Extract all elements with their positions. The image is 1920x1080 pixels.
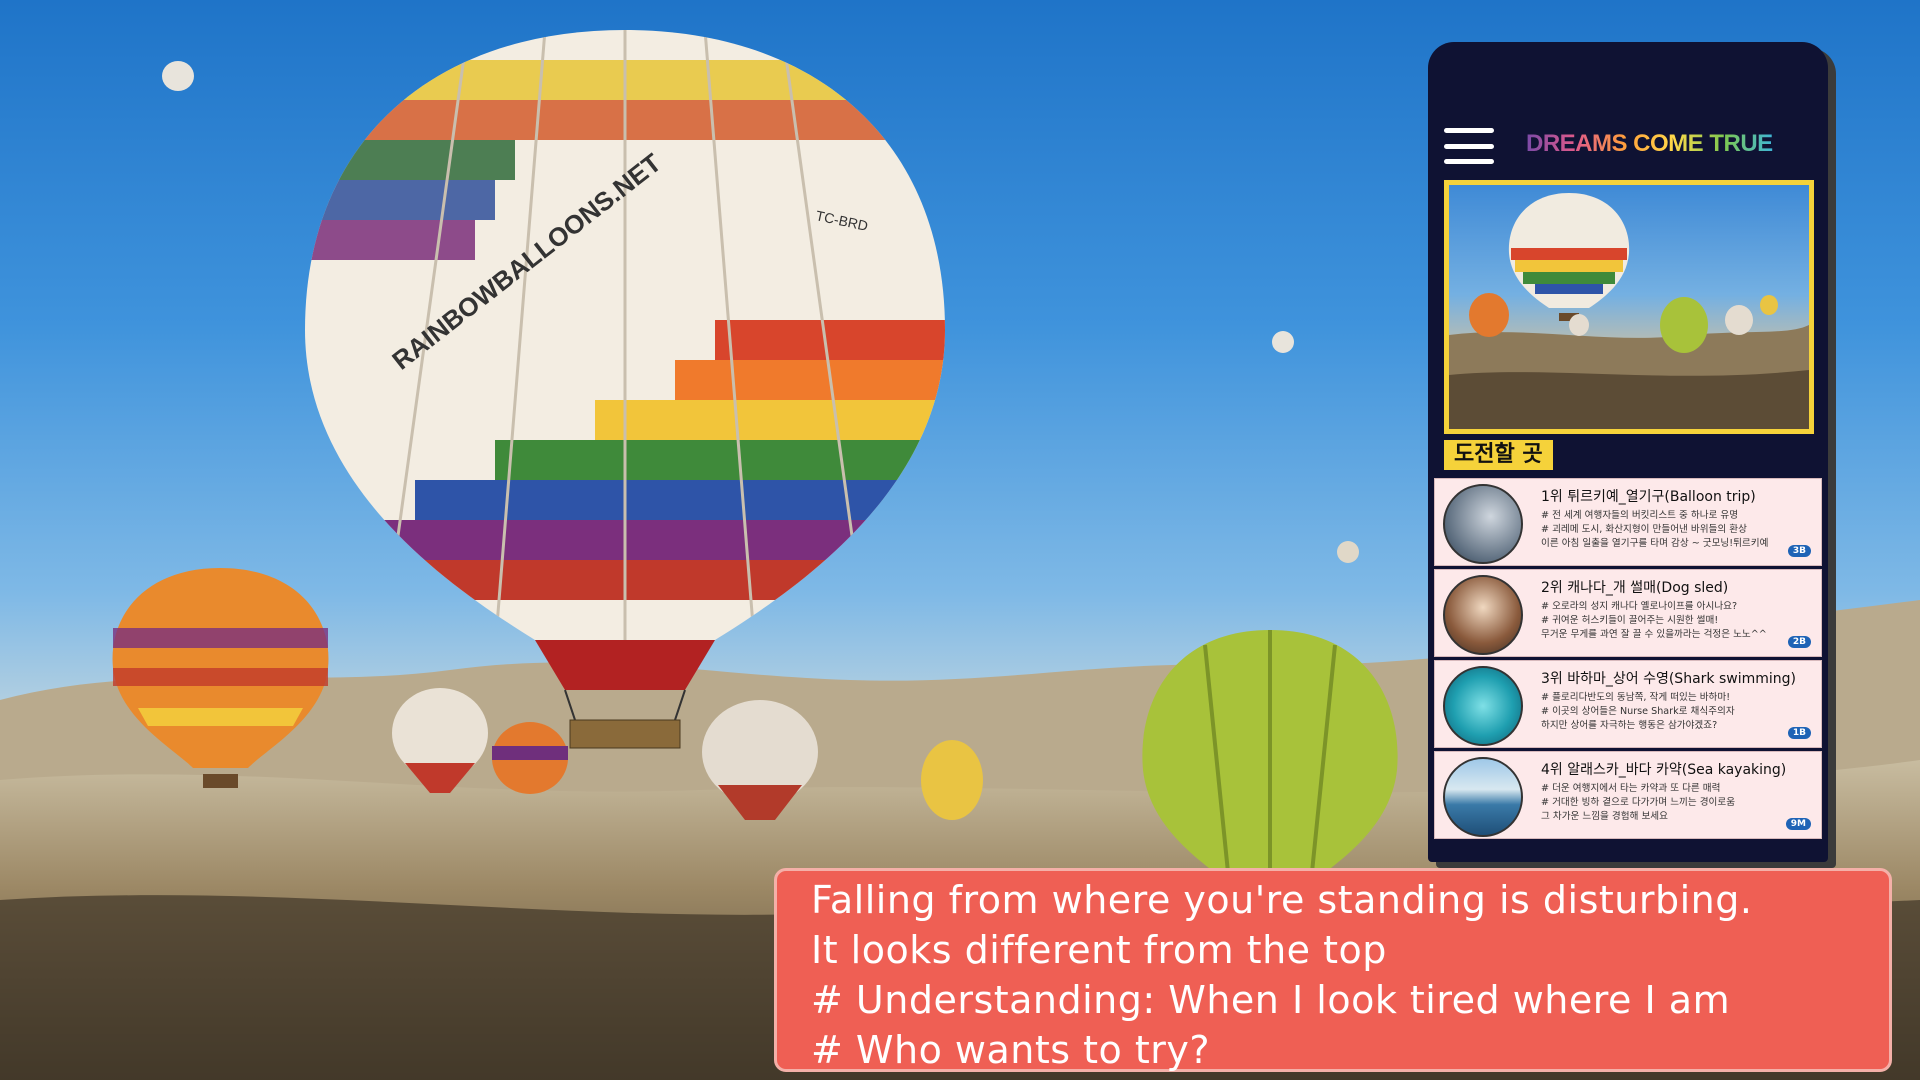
rank-badge: 2B bbox=[1787, 636, 1811, 648]
section-title: 도전할 곳 bbox=[1444, 440, 1553, 470]
balloon-yellow bbox=[921, 740, 983, 820]
thumbnail-kayak bbox=[1443, 757, 1523, 837]
balloon-white-red bbox=[392, 688, 488, 793]
rank-badge: 1B bbox=[1787, 727, 1811, 739]
balloon-purple-orange bbox=[492, 722, 568, 794]
caption-line-3: # Understanding: When I look tired where… bbox=[811, 978, 1731, 1022]
thumbnail-balloon bbox=[1443, 484, 1523, 564]
balloon-white-oval bbox=[702, 700, 818, 820]
balloon-green bbox=[1142, 630, 1398, 893]
challenge-list: 1위 튀르키예_열기구(Balloon trip) # 전 세계 여행자들의 버… bbox=[1434, 478, 1822, 842]
brand-logo-text: DREAMS COME TRUE bbox=[1526, 130, 1773, 157]
list-item[interactable]: 2위 캐나다_개 썰매(Dog sled) # 오로라의 성지 캐나다 옐로나이… bbox=[1434, 569, 1822, 657]
caption-line-4: # Who wants to try? bbox=[811, 1028, 1211, 1072]
item-title: 2위 캐나다_개 썰매(Dog sled) bbox=[1541, 580, 1729, 596]
phone-mockup: DREAMS COME TRUE 도전할 곳 1위 튀르키예_열기구(Ballo… bbox=[1428, 42, 1828, 862]
thumbnail-shark bbox=[1443, 666, 1523, 746]
list-item[interactable]: 3위 바하마_상어 수영(Shark swimming) # 플로리다반도의 동… bbox=[1434, 660, 1822, 748]
balloon-distant-1 bbox=[162, 61, 194, 91]
item-title: 1위 튀르키예_열기구(Balloon trip) bbox=[1541, 489, 1756, 505]
main-hot-air-balloon: RAINBOWBALLOONS.NET TC-BRD bbox=[305, 30, 945, 749]
caption-line-2: It looks different from the top bbox=[811, 928, 1387, 972]
item-description: # 오로라의 성지 캐나다 옐로나이프를 아시나요? # 귀여운 허스키들이 끌어… bbox=[1541, 601, 1767, 640]
item-title: 4위 알래스카_바다 카약(Sea kayaking) bbox=[1541, 762, 1787, 778]
hero-balloon-illustration bbox=[1449, 193, 1809, 429]
hero-image bbox=[1444, 180, 1814, 434]
list-item[interactable]: 4위 알래스카_바다 카약(Sea kayaking) # 더운 여행지에서 타… bbox=[1434, 751, 1822, 839]
rank-badge: 3B bbox=[1787, 545, 1811, 557]
balloon-distant-3 bbox=[1337, 541, 1359, 563]
list-item[interactable]: 1위 튀르키예_열기구(Balloon trip) # 전 세계 여행자들의 버… bbox=[1434, 478, 1822, 566]
balloon-distant-2 bbox=[1272, 331, 1294, 353]
hamburger-menu-icon[interactable] bbox=[1444, 128, 1494, 164]
balloon-left-striped bbox=[112, 568, 329, 788]
caption-line-1: Falling from where you're standing is di… bbox=[811, 878, 1753, 922]
item-description: # 전 세계 여행자들의 버킷리스트 중 하나로 유명 # 괴레메 도시, 화산지… bbox=[1541, 510, 1769, 549]
thumbnail-dog-sled bbox=[1443, 575, 1523, 655]
rank-badge: 9M bbox=[1785, 818, 1811, 830]
item-title: 3위 바하마_상어 수영(Shark swimming) bbox=[1541, 671, 1796, 687]
caption-box: Falling from where you're standing is di… bbox=[774, 868, 1892, 1072]
item-description: # 플로리다반도의 동남쪽, 작게 떠있는 바하마! # 이곳의 상어들은 Nur… bbox=[1541, 692, 1735, 731]
item-description: # 더운 여행지에서 타는 카약과 또 다른 매력 # 거대한 빙하 곁으로 다가… bbox=[1541, 783, 1736, 822]
